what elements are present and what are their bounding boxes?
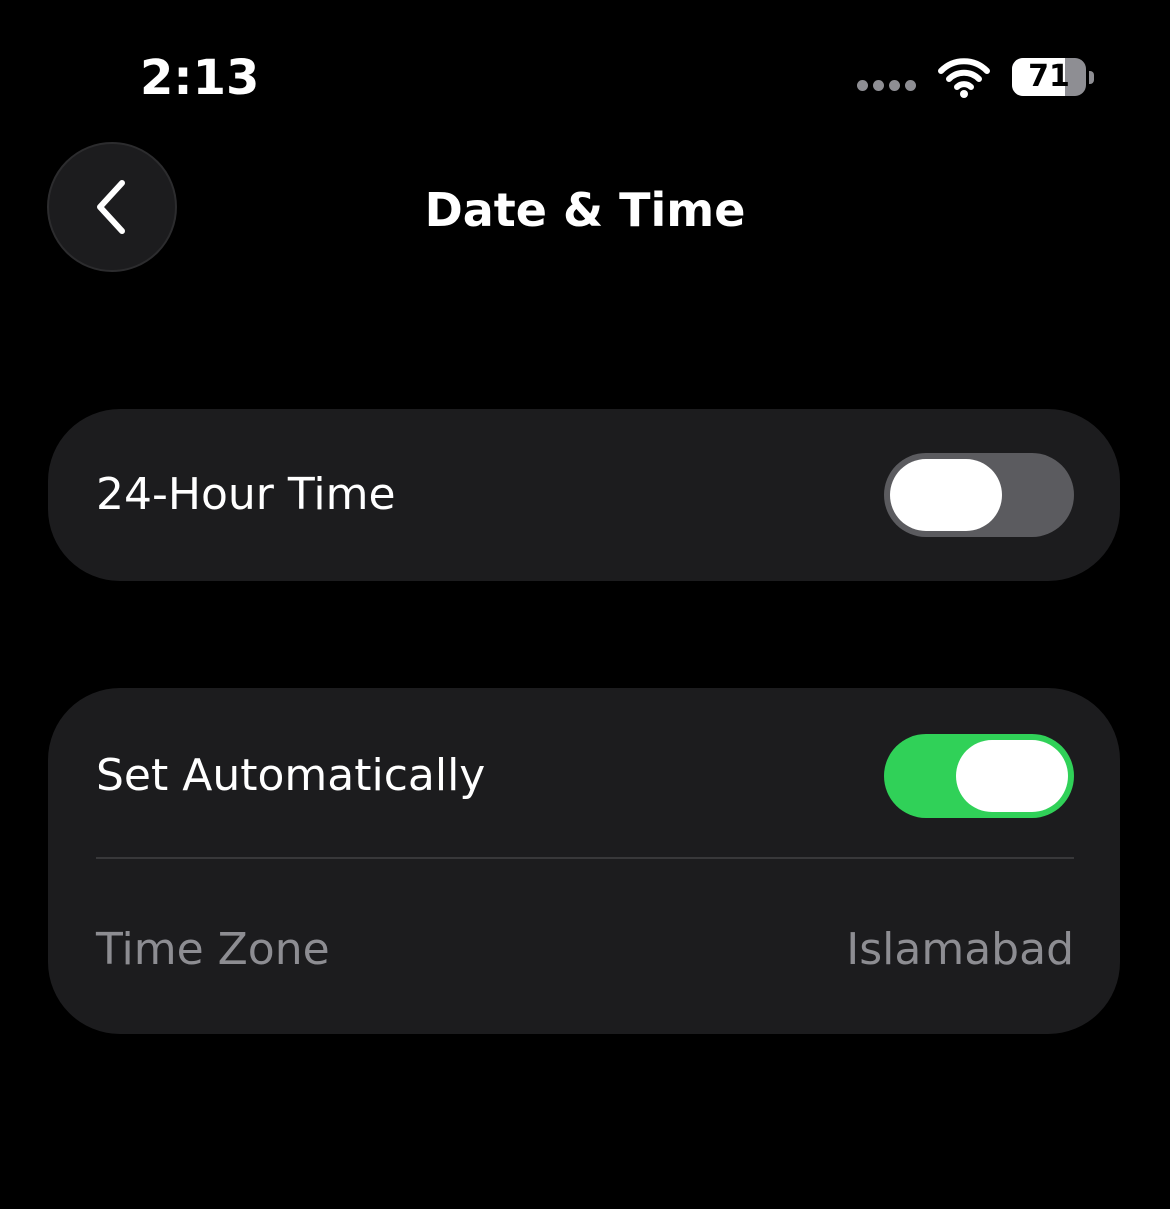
row-label: Set Automatically: [96, 750, 486, 801]
toggle-24-hour-time[interactable]: [884, 453, 1074, 537]
toggle-knob: [890, 459, 1002, 531]
row-time-zone: Time Zone Islamabad: [96, 924, 1074, 976]
row-24-hour-time: 24-Hour Time: [96, 451, 1074, 539]
status-icons: 71: [857, 55, 1094, 101]
divider: [96, 857, 1074, 859]
row-label: Time Zone: [96, 924, 330, 975]
battery-percent: 71: [1028, 59, 1070, 94]
row-label: 24-Hour Time: [96, 469, 396, 520]
time-zone-value: Islamabad: [846, 924, 1074, 975]
status-time: 2:13: [140, 50, 260, 106]
toggle-set-automatically[interactable]: [884, 734, 1074, 818]
settings-group-time-zone: Set Automatically Time Zone Islamabad: [48, 688, 1120, 1034]
row-set-automatically: Set Automatically: [96, 732, 1074, 820]
settings-group-time-format: 24-Hour Time: [48, 409, 1120, 581]
battery-icon: 71: [1012, 58, 1094, 98]
wifi-icon: [938, 57, 990, 99]
toggle-knob: [956, 740, 1068, 812]
page-title: Date & Time: [424, 183, 746, 237]
cellular-dots-icon: [857, 79, 916, 91]
